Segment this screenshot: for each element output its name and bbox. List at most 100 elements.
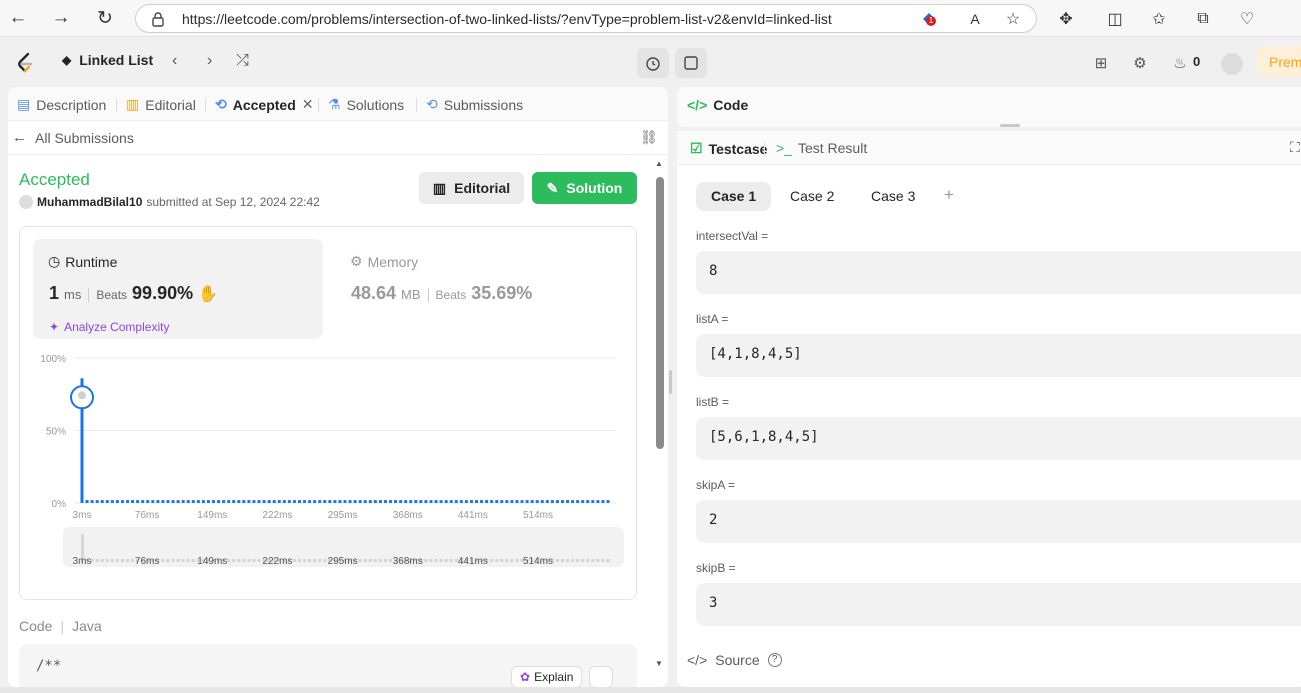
case-tab-1[interactable]: Case 1 [696,182,772,211]
copy-icon[interactable] [589,666,613,687]
chart-bar [100,500,104,503]
close-icon[interactable]: ✕ [302,96,314,113]
checkbox-icon: ☑ [690,140,703,156]
tab-accepted[interactable]: ⟲ Accepted ✕ [215,96,314,113]
chart-bar [115,500,119,503]
memory-label: Memory [367,253,419,270]
scrollbar-thumb[interactable] [656,177,664,449]
var-input[interactable]: [4,1,8,4,5] [696,334,1301,377]
minimap-bar [429,559,433,562]
minimap-bar [449,559,453,562]
tab-description[interactable]: ▤ Description [17,96,106,113]
chart-bar [358,500,362,503]
source-link[interactable]: Source [715,652,759,668]
var-input[interactable]: [5,6,1,8,4,5] [696,417,1301,460]
chart-bar [409,500,413,503]
expand-icon[interactable]: ⛶ [1290,139,1300,156]
extensions-puzzle-icon[interactable]: ✥ [1055,8,1077,30]
left-tabs: ▤ Description ▥ Editorial ⟲ Accepted ✕ ⚗… [8,87,668,121]
memory-unit: MB [401,287,421,302]
chart-bar [126,500,130,503]
problem-list-link[interactable]: ◆ Linked List [62,52,153,68]
minimap-bar [373,559,377,562]
tab-test-result[interactable]: >_ Test Result [776,140,867,156]
chart-bar [242,500,246,503]
collections-icon[interactable]: ⧉ [1192,8,1214,30]
editorial-button[interactable]: ▥ Editorial [419,172,524,204]
avatar[interactable] [1221,53,1243,75]
chart-bar [105,500,109,503]
explain-button[interactable]: ✿ Explain [511,666,583,687]
case-tab-3[interactable]: Case 3 [856,182,930,211]
favorite-star-icon[interactable]: ☆ [1002,8,1024,30]
tab-submissions[interactable]: ⟲ Submissions [426,96,523,113]
tab-testcase-label: Testcase [708,140,768,157]
settings-gear-icon[interactable]: ⚙ [1130,53,1150,73]
tab-editorial[interactable]: ▥ Editorial [126,96,196,113]
username[interactable]: MuhammadBilal10 [37,195,142,209]
timer-button[interactable] [637,48,669,78]
next-problem-icon[interactable]: › [207,52,212,70]
split-screen-icon[interactable]: ◫ [1104,8,1126,30]
tab-editorial-label: Editorial [145,96,196,113]
premium-button[interactable]: Prem [1257,47,1301,77]
tab-testcase[interactable]: ☑ Testcase [690,140,767,157]
layout-icon[interactable]: ⊞ [1091,53,1111,73]
chart-bar [404,500,408,503]
memory-box[interactable]: ⚙ Memory 48.64 MB Beats 35.69% [335,239,625,339]
chart-bar [176,500,180,503]
var-label: skipA = [696,478,736,492]
favorites-icon[interactable]: ✩ [1148,8,1170,30]
read-aloud-icon[interactable]: A [964,8,986,30]
runtime-box[interactable]: ◷ Runtime 1 ms Beats 99.90% ✋ ✦ Analyze … [33,239,323,339]
chart-bar [581,500,585,503]
scroll-down-icon[interactable]: ▼ [655,659,663,668]
chart-bar [333,500,337,503]
chart-bar [606,500,610,503]
panel-resize-handle[interactable] [669,370,672,394]
prev-problem-icon[interactable]: ‹ [172,52,177,70]
notes-button[interactable] [675,48,707,78]
add-case-button[interactable]: + [929,182,969,211]
alarm-icon [646,57,660,71]
share-link-icon[interactable]: ⛓ [640,129,658,146]
health-icon[interactable]: ♡ [1236,8,1258,30]
back-arrow-icon[interactable]: ← [12,129,27,146]
minimap-bar [100,559,104,562]
chart-bar [490,500,494,503]
help-icon[interactable]: ? [767,653,782,667]
solution-button[interactable]: ✎ Solution [532,172,637,204]
streak-fire-icon[interactable]: ♨ [1170,53,1190,73]
chart-bar [601,500,605,503]
forward-arrow-icon[interactable]: → [48,6,74,30]
scroll-up-icon[interactable]: ▲ [655,159,663,168]
minimap-bar [601,559,605,562]
chart-bar [313,500,317,503]
case-tab-2[interactable]: Case 2 [775,182,849,211]
vertical-resize-handle[interactable] [1000,124,1020,127]
chart-bar [429,500,433,503]
refresh-icon[interactable]: ↻ [92,6,118,30]
back-arrow-icon[interactable]: ← [5,6,31,30]
minimap-label: 3ms [73,556,92,567]
memory-beats: 35.69% [471,283,533,303]
minimap-bar [606,559,610,562]
analyze-complexity-link[interactable]: ✦ Analyze Complexity [49,320,169,334]
shuffle-icon[interactable]: ⤮ [236,52,249,70]
code-panel-title[interactable]: </> Code [687,97,748,113]
chart-bar [323,500,327,503]
code-viewer[interactable]: /** ✿ Explain [19,644,637,687]
all-submissions-link[interactable]: All Submissions [35,130,134,146]
var-input[interactable]: 8 [696,251,1301,294]
memory-value: 48.64 [351,283,397,303]
address-bar[interactable]: https://leetcode.com/problems/intersecti… [135,4,1037,33]
var-input[interactable]: 3 [696,583,1301,626]
var-input[interactable]: 2 [696,500,1301,543]
list-icon: ◆ [62,53,72,67]
minimap-bar [510,559,514,562]
history-icon: ⟲ [426,96,438,112]
tab-solutions[interactable]: ⚗ Solutions [328,96,404,113]
leetcode-logo[interactable] [15,52,35,74]
description-icon: ▤ [17,96,31,112]
code-brackets-icon: </> [687,97,708,113]
